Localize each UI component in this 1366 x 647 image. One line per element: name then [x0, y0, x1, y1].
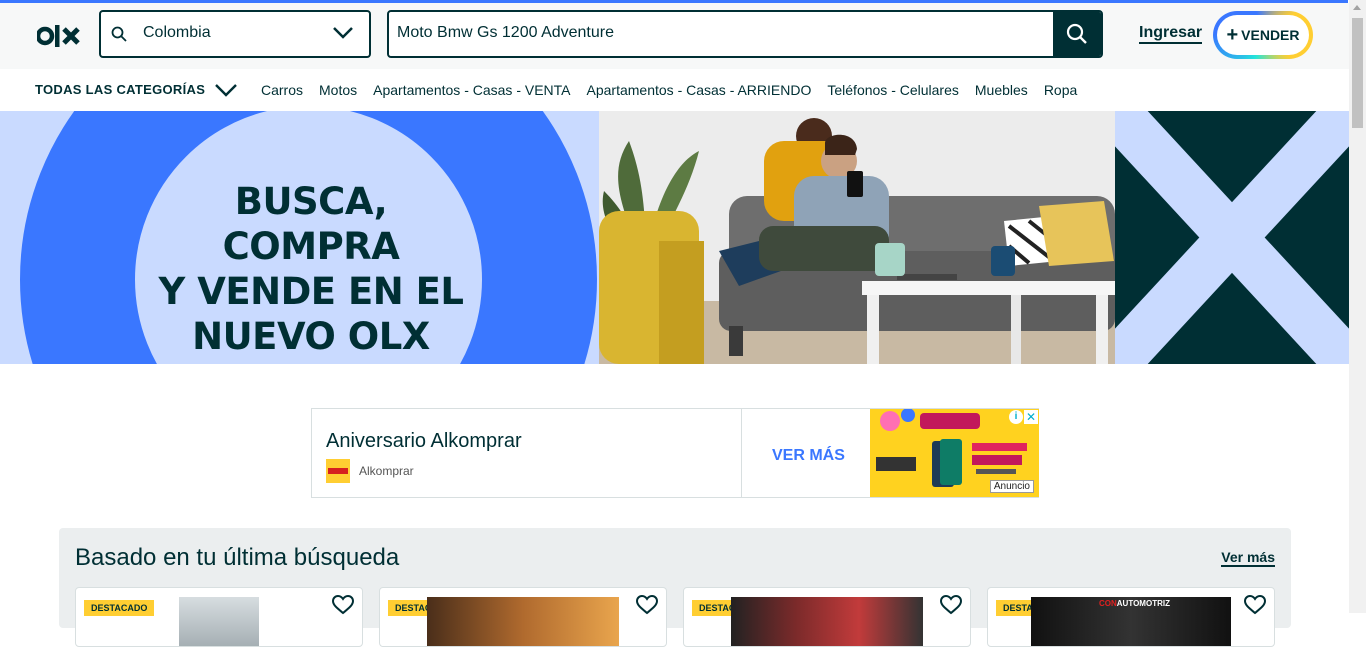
location-select[interactable] [99, 10, 371, 58]
listing-thumbnail [731, 597, 923, 646]
ad-cta-button[interactable]: VER MÁS [772, 447, 845, 465]
ad-title: Aniversario Alkomprar [326, 430, 522, 452]
scroll-up-arrow-icon[interactable] [1353, 5, 1361, 10]
heart-icon[interactable] [332, 595, 354, 615]
ad-label: Anuncio [989, 480, 1034, 493]
ad-divider [741, 409, 742, 497]
login-link[interactable]: Ingresar [1139, 24, 1203, 44]
featured-badge: DESTACADO [84, 600, 155, 616]
sponsored-ad[interactable]: Aniversario Alkomprar Alkomprar VER MÁS … [311, 408, 1039, 498]
search-input[interactable] [397, 24, 1037, 42]
search-icon [111, 26, 127, 42]
search-bar [387, 10, 1103, 58]
hero-banner[interactable]: BUSCA, COMPRA Y VENDE EN EL NUEVO OLX [0, 111, 1349, 364]
category-link-ropa[interactable]: Ropa [1044, 82, 1077, 98]
category-link-motos[interactable]: Motos [319, 82, 357, 98]
category-link-carros[interactable]: Carros [261, 82, 303, 98]
all-categories-label: TODAS LAS CATEGORÍAS [35, 82, 206, 97]
heart-icon[interactable] [1244, 595, 1266, 615]
category-link-telefonos[interactable]: Teléfonos - Celulares [827, 82, 959, 98]
hero-photo-illustration [599, 111, 1115, 364]
ad-close-icon[interactable]: ✕ [1024, 410, 1038, 424]
hero-line-1: BUSCA, COMPRA [222, 180, 400, 268]
category-nav: TODAS LAS CATEGORÍAS Carros Motos Aparta… [0, 69, 1349, 111]
listing-card[interactable]: DESTACADO [683, 587, 971, 647]
recent-search-section: Basado en tu última búsqueda Ver más DES… [59, 528, 1291, 647]
plus-icon: + [1226, 24, 1239, 46]
listing-thumbnail [179, 597, 259, 646]
site-header: Ingresar + VENDER [0, 3, 1349, 69]
listing-card[interactable]: DESTACADO [379, 587, 667, 647]
heart-icon[interactable] [636, 595, 658, 615]
search-button[interactable] [1053, 12, 1101, 56]
ad-brand-logo [326, 459, 350, 483]
thumbnail-watermark: CONAUTOMOTRIZ [1099, 599, 1170, 608]
olx-logo[interactable] [37, 23, 83, 49]
hero-headline: BUSCA, COMPRA Y VENDE EN EL NUEVO OLX [150, 179, 472, 359]
location-input[interactable] [143, 24, 323, 42]
chevron-down-icon[interactable] [333, 26, 353, 40]
sell-button-label: VENDER [1241, 27, 1300, 43]
listing-thumbnail: CONAUTOMOTRIZ [1031, 597, 1231, 646]
page-scrollbar[interactable] [1349, 0, 1366, 613]
category-links: Carros Motos Apartamentos - Casas - VENT… [261, 82, 1093, 98]
hero-text-panel: BUSCA, COMPRA Y VENDE EN EL NUEVO OLX [0, 111, 599, 364]
all-categories-dropdown[interactable]: TODAS LAS CATEGORÍAS [35, 82, 238, 97]
ad-info-icon[interactable]: i [1009, 410, 1023, 424]
heart-icon[interactable] [940, 595, 962, 615]
hero-line-2: Y VENDE EN EL [158, 270, 464, 313]
listing-card[interactable]: DESTACADO [75, 587, 363, 647]
hero-photo-couple-on-sofa [599, 111, 1115, 364]
category-link-muebles[interactable]: Muebles [975, 82, 1028, 98]
search-icon [1066, 23, 1087, 44]
section-title: Basado en tu última búsqueda [75, 544, 400, 571]
scrollbar-thumb[interactable] [1352, 18, 1363, 128]
hero-pattern-panel [1115, 111, 1349, 364]
ad-brand-name: Alkomprar [359, 464, 414, 478]
alkomprar-logo-mark [326, 459, 350, 483]
category-link-apartamentos-arriendo[interactable]: Apartamentos - Casas - ARRIENDO [587, 82, 812, 98]
listing-card[interactable]: DESTACADO CONAUTOMOTRIZ [987, 587, 1275, 647]
listing-thumbnail [427, 597, 619, 646]
ad-image[interactable]: i ✕ Anuncio [870, 409, 1039, 497]
sell-button[interactable]: + VENDER [1213, 11, 1313, 59]
hero-line-3: NUEVO OLX [192, 315, 430, 358]
chevron-down-icon [215, 83, 238, 97]
see-more-link[interactable]: Ver más [1221, 549, 1275, 567]
category-link-apartamentos-venta[interactable]: Apartamentos - Casas - VENTA [373, 82, 570, 98]
hero-cross-pattern [1115, 111, 1349, 364]
